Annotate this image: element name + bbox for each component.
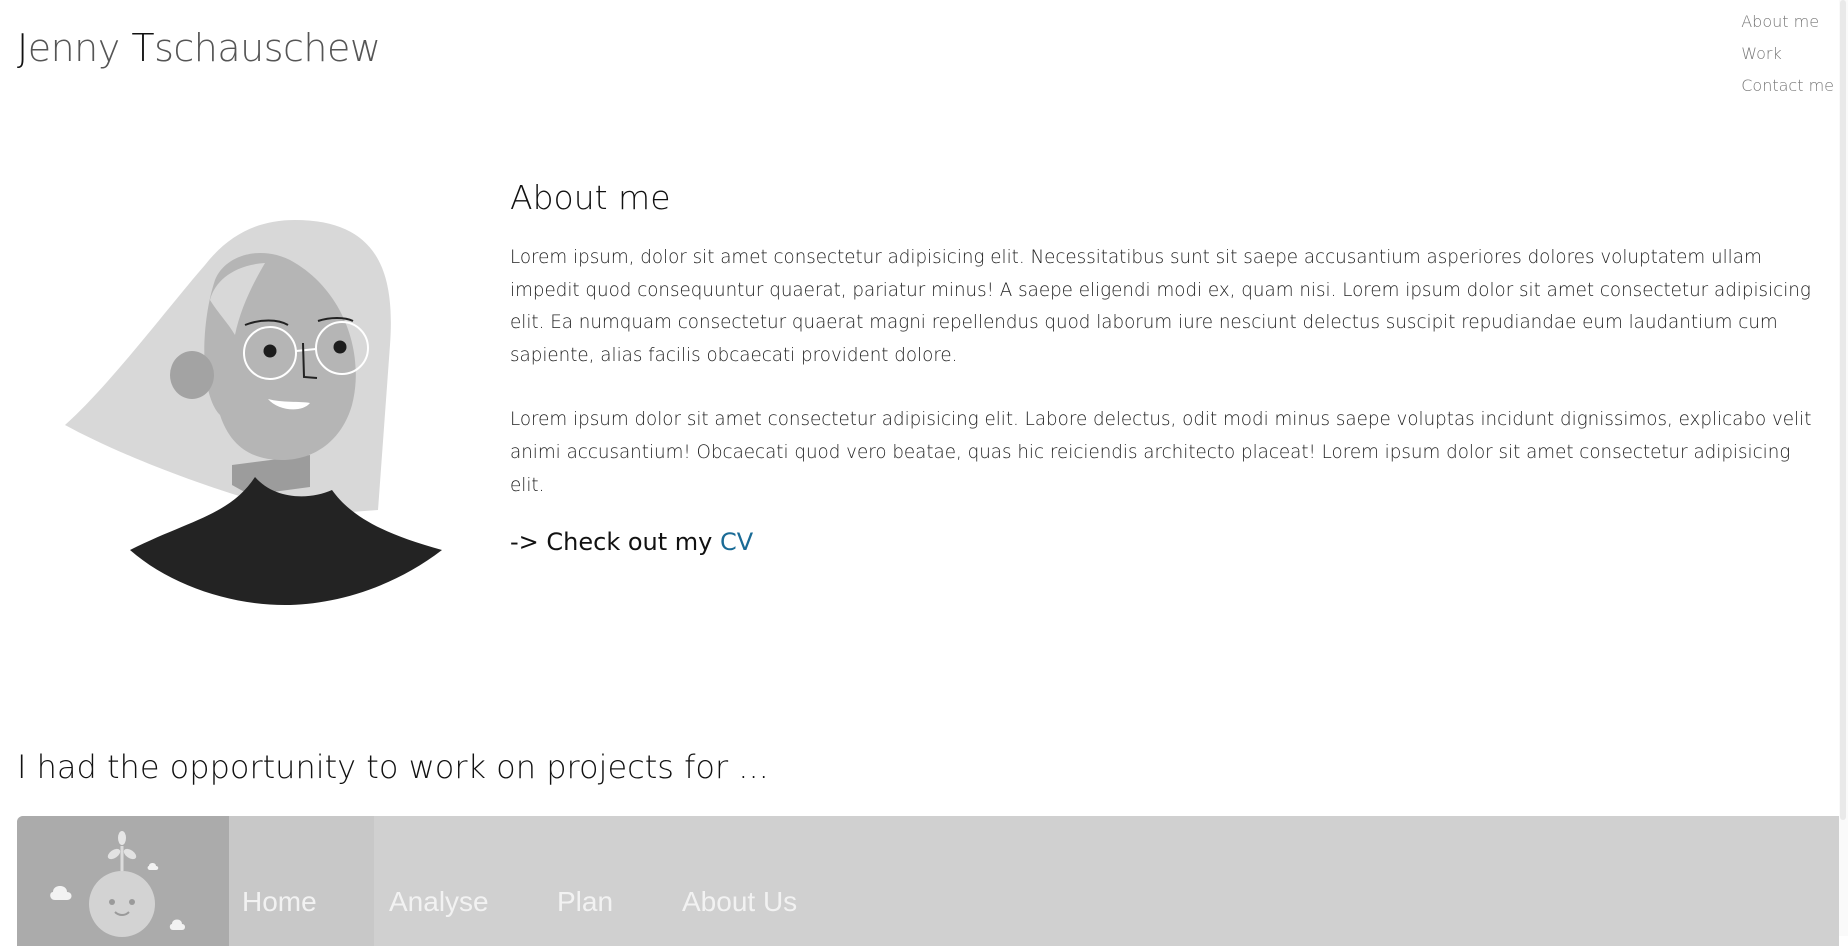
preview-nav-analyse[interactable]: Analyse [389, 886, 489, 918]
nav-about-me[interactable]: About me [1741, 6, 1819, 38]
cv-callout: -> Check out my CV [510, 528, 1822, 556]
preview-home-highlight [229, 816, 374, 946]
scrollbar-thumb[interactable] [1840, 0, 1846, 820]
woman-with-glasses-illustration [65, 220, 442, 605]
projects-title: I had the opportunity to work on project… [17, 748, 769, 786]
preview-nav-plan[interactable]: Plan [557, 886, 613, 918]
about-title: About me [510, 178, 671, 217]
nav-contact-me[interactable]: Contact me [1741, 70, 1834, 102]
brand-initial-last: T [131, 26, 155, 70]
project-preview-card[interactable]: Home Analyse Plan About Us [17, 816, 1839, 946]
scrollbar[interactable] [1839, 0, 1848, 936]
preview-nav-about-us[interactable]: About Us [682, 886, 797, 918]
about-paragraph-1: Lorem ipsum, dolor sit amet consectetur … [510, 247, 1811, 366]
brand-last-rest: schauschew [154, 26, 381, 70]
about-paragraph-2: Lorem ipsum dolor sit amet consectetur a… [510, 409, 1812, 496]
globe-plant-icon [50, 831, 185, 937]
preview-logo [17, 816, 229, 946]
about-section: About me Lorem ipsum, dolor sit amet con… [510, 178, 1822, 556]
cv-prefix: -> Check out my [510, 528, 720, 557]
brand-first-rest: enny [27, 26, 132, 70]
brand-initial-first: J [17, 26, 28, 70]
site-logo[interactable]: Jenny Tschauschew [17, 26, 381, 70]
preview-nav-home[interactable]: Home [242, 886, 317, 918]
main-nav: About me Work Contact me [1741, 6, 1834, 102]
nav-work[interactable]: Work [1741, 38, 1782, 70]
cv-link[interactable]: CV [720, 528, 753, 556]
